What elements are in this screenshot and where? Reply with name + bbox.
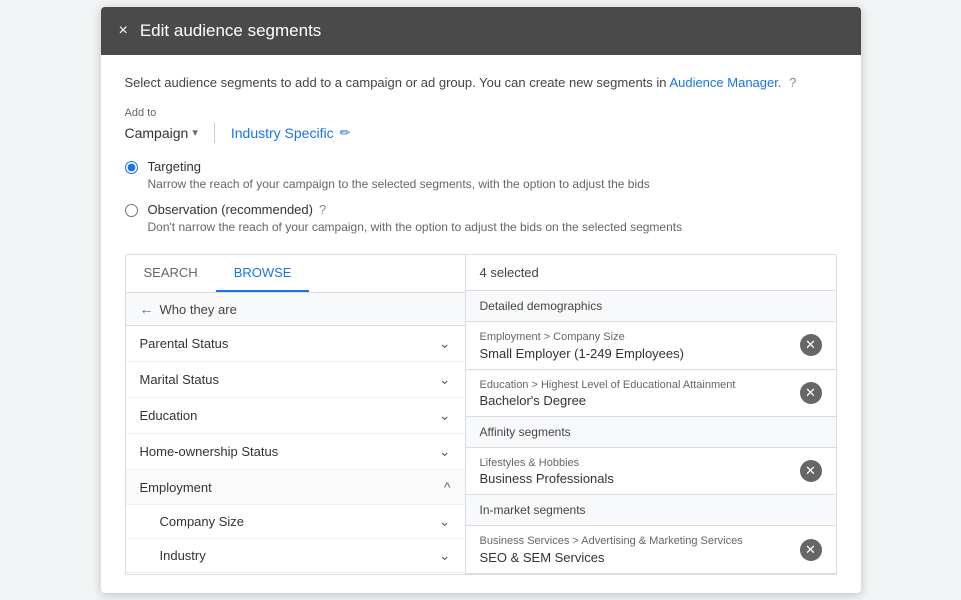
segment-info: Lifestyles & Hobbies Business Profession… — [480, 456, 792, 486]
list-item[interactable]: Marital Status ⌄ — [126, 362, 465, 398]
modal-body: Select audience segments to add to a cam… — [101, 55, 861, 593]
industry-specific[interactable]: Industry Specific ✏ — [231, 125, 351, 141]
segment-info: Employment > Company Size Small Employer… — [480, 330, 792, 360]
observation-text: Observation (recommended) ? Don't narrow… — [148, 202, 683, 236]
segment-info: Business Services > Advertising & Market… — [480, 534, 792, 564]
segment-item: Education > Highest Level of Educational… — [466, 370, 836, 417]
list-item-employment[interactable]: Employment ^ — [126, 470, 465, 505]
segment-name: Business Professionals — [480, 471, 792, 486]
observation-label-row: Observation (recommended) ? — [148, 202, 683, 217]
segment-path: Education > Highest Level of Educational… — [480, 378, 792, 393]
chevron-down-icon: ⌄ — [439, 335, 451, 352]
tab-browse[interactable]: BROWSE — [216, 255, 310, 292]
section-header-affinity: Affinity segments — [466, 417, 836, 448]
sub-list-item-industry[interactable]: Industry ⌄ — [126, 539, 465, 573]
remove-button[interactable]: ✕ — [800, 460, 822, 482]
list-item-label: Employment — [140, 480, 212, 495]
remove-button[interactable]: ✕ — [800, 539, 822, 561]
observation-help-icon[interactable]: ? — [319, 202, 326, 217]
breadcrumb: ← Who they are — [126, 293, 465, 326]
sub-list-item-label: Company Size — [160, 514, 245, 529]
list-item[interactable]: Home-ownership Status ⌄ — [126, 434, 465, 470]
modal-header: × Edit audience segments — [101, 7, 861, 55]
list-item-label: Marital Status — [140, 372, 219, 387]
sub-list-item-company-size[interactable]: Company Size ⌄ — [126, 505, 465, 539]
vertical-divider — [214, 123, 215, 143]
add-to-label: Add to — [125, 107, 157, 119]
edit-pencil-icon: ✏ — [340, 125, 351, 141]
segment-item: Lifestyles & Hobbies Business Profession… — [466, 448, 836, 495]
list-item-label: Parental Status — [140, 336, 229, 351]
modal-title: Edit audience segments — [140, 21, 321, 41]
campaign-dropdown[interactable]: Campaign ▾ — [125, 125, 198, 141]
list-item[interactable]: Parental Status ⌄ — [126, 326, 465, 362]
selected-count: 4 selected — [466, 255, 836, 291]
segment-name: Bachelor's Degree — [480, 393, 792, 408]
add-to-section: Add to — [125, 107, 837, 119]
tabs-row: SEARCH BROWSE — [126, 255, 465, 293]
content-area: SEARCH BROWSE ← Who they are Parental St… — [125, 254, 837, 575]
chevron-up-icon: ^ — [444, 479, 451, 495]
tab-search[interactable]: SEARCH — [126, 255, 216, 292]
observation-radio[interactable] — [125, 204, 138, 217]
segment-name: Small Employer (1-249 Employees) — [480, 346, 792, 361]
description-main: Select audience segments to add to a cam… — [125, 75, 667, 90]
segment-info: Education > Highest Level of Educational… — [480, 378, 792, 408]
campaign-label: Campaign — [125, 125, 189, 141]
section-header-in-market: In-market segments — [466, 495, 836, 526]
chevron-down-icon: ⌄ — [439, 547, 451, 564]
chevron-down-icon: ⌄ — [439, 371, 451, 388]
description-help-icon[interactable]: ? — [789, 75, 796, 90]
list-item[interactable]: Education ⌄ — [126, 398, 465, 434]
back-arrow-icon[interactable]: ← — [140, 301, 154, 317]
segment-item: Business Services > Advertising & Market… — [466, 526, 836, 573]
breadcrumb-label: Who they are — [160, 302, 237, 317]
campaign-chevron-icon: ▾ — [192, 126, 198, 139]
chevron-down-icon: ⌄ — [439, 443, 451, 460]
right-panel: 4 selected Detailed demographics Employm… — [466, 255, 836, 574]
observation-desc: Don't narrow the reach of your campaign,… — [148, 219, 683, 236]
segment-path: Lifestyles & Hobbies — [480, 456, 792, 471]
targeting-option: Targeting Narrow the reach of your campa… — [125, 159, 837, 193]
remove-button[interactable]: ✕ — [800, 334, 822, 356]
radio-section: Targeting Narrow the reach of your campa… — [125, 159, 837, 237]
observation-label: Observation (recommended) — [148, 202, 313, 217]
list-item-label: Home-ownership Status — [140, 444, 279, 459]
targeting-desc: Narrow the reach of your campaign to the… — [148, 176, 650, 193]
segment-name: SEO & SEM Services — [480, 550, 792, 565]
list-item-label: Education — [140, 408, 198, 423]
segment-item: Employment > Company Size Small Employer… — [466, 322, 836, 369]
description-text: Select audience segments to add to a cam… — [125, 73, 837, 93]
sub-list-item-label: Industry — [160, 548, 206, 563]
targeting-text: Targeting Narrow the reach of your campa… — [148, 159, 650, 193]
targeting-radio[interactable] — [125, 161, 138, 174]
segment-path: Business Services > Advertising & Market… — [480, 534, 792, 549]
targeting-label: Targeting — [148, 159, 650, 174]
observation-option: Observation (recommended) ? Don't narrow… — [125, 202, 837, 236]
left-panel: SEARCH BROWSE ← Who they are Parental St… — [126, 255, 466, 574]
chevron-down-icon: ⌄ — [439, 513, 451, 530]
chevron-down-icon: ⌄ — [439, 407, 451, 424]
campaign-row: Campaign ▾ Industry Specific ✏ — [125, 123, 837, 143]
remove-button[interactable]: ✕ — [800, 382, 822, 404]
segment-path: Employment > Company Size — [480, 330, 792, 345]
section-header-detailed-demographics: Detailed demographics — [466, 291, 836, 322]
modal: × Edit audience segments Select audience… — [101, 7, 861, 593]
audience-manager-link[interactable]: Audience Manager. — [669, 75, 781, 90]
industry-specific-label: Industry Specific — [231, 125, 334, 141]
close-icon[interactable]: × — [119, 22, 128, 40]
